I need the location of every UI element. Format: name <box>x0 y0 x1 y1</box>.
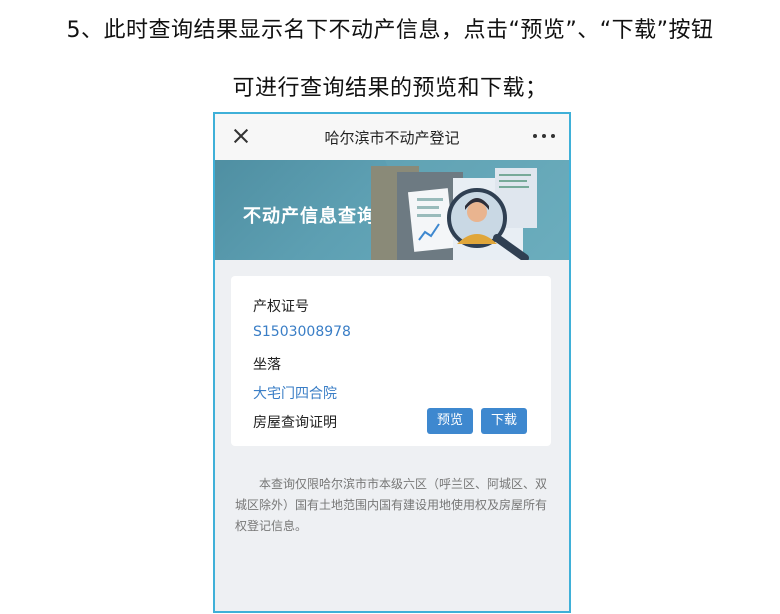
banner-title: 不动产信息查询 <box>243 206 376 227</box>
banner: 不动产信息查询 <box>215 160 569 260</box>
page-title: 哈尔滨市不动产登记 <box>324 129 460 147</box>
top-bar: 哈尔滨市不动产登记 <box>215 114 569 160</box>
more-icon[interactable] <box>533 128 555 144</box>
scope-note: 本查询仅限哈尔滨市市本级六区（呼兰区、阿城区、双城区除外）国有土地范围内国有建设… <box>235 477 548 533</box>
download-button[interactable]: 下载 <box>481 408 527 434</box>
location-label: 坐落 <box>253 357 281 373</box>
proof-label: 房屋查询证明 <box>253 415 337 431</box>
cert-number-value: S1503008978 <box>253 324 351 340</box>
instruction-line-2: 可进行查询结果的预览和下载； <box>232 76 548 101</box>
location-value: 大宅门四合院 <box>253 386 337 402</box>
cert-number-label: 产权证号 <box>253 299 309 315</box>
result-card: 产权证号 S1503008978 坐落 大宅门四合院 房屋查询证明 预览 下载 <box>231 276 551 446</box>
phone-screen: 哈尔滨市不动产登记 不动产信息查询 产权证号 S1503008978 坐落 大宅… <box>213 112 571 613</box>
property-search-illustration <box>371 160 569 260</box>
preview-button[interactable]: 预览 <box>427 408 473 434</box>
instruction-line-1: 5、此时查询结果显示名下不动产信息，点击“预览”、“下载”按钮 <box>66 18 714 43</box>
